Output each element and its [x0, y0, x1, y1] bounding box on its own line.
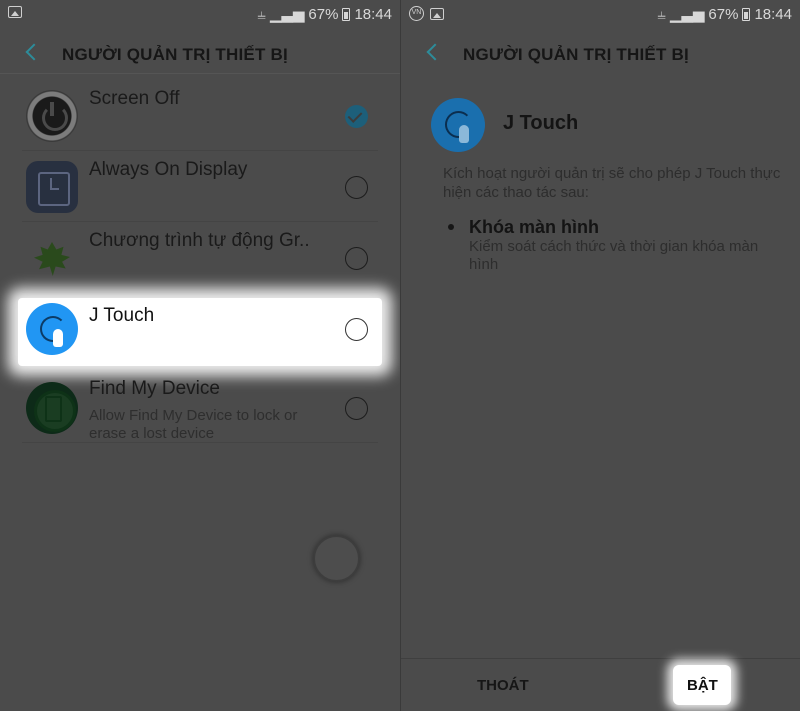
page-title: NGƯỜI QUẢN TRỊ THIẾT BỊ — [463, 45, 689, 64]
battery-icon — [742, 7, 751, 21]
back-button[interactable] — [423, 42, 445, 64]
battery-percent: 67% — [708, 5, 739, 23]
clock: 18:44 — [754, 5, 792, 23]
enable-button-label: BẬT — [687, 677, 718, 694]
device-admin-list-screen: ⫨ ▁▃▅ 67% 18:44 NGƯỜI QUẢN TRỊ THIẾT BỊ … — [0, 0, 400, 711]
signal-icon: ▁▃▅ — [269, 6, 305, 23]
wifi-icon: ⫨ — [657, 5, 666, 23]
find-my-device-icon — [26, 382, 78, 434]
app-bar: NGƯỜI QUẢN TRỊ THIẾT BỊ — [401, 34, 800, 74]
signal-icon: ▁▃▅ — [669, 6, 705, 23]
battery-icon — [342, 7, 351, 21]
list-item-auto-program[interactable]: Chương trình tự động Gr.. — [22, 222, 378, 293]
radio-button[interactable] — [345, 318, 368, 341]
j-touch-icon — [26, 303, 78, 355]
status-bar: ⫨ ▁▃▅ 67% 18:44 — [0, 0, 400, 30]
gallery-notification-icon — [8, 6, 22, 18]
list-item-label: Chương trình tự động Gr.. — [89, 230, 310, 251]
power-icon — [26, 90, 78, 142]
list-item-label: Find My Device — [89, 378, 220, 399]
battery-percent: 67% — [308, 5, 339, 23]
vn-notification-icon: VN — [409, 6, 424, 21]
permission-description: Kiểm soát cách thức và thời gian khóa mà… — [469, 238, 759, 273]
exit-button[interactable]: THOÁT — [477, 677, 529, 694]
enable-button[interactable]: BẬT — [673, 665, 731, 705]
radio-button[interactable] — [345, 397, 368, 420]
list-item-find-my-device[interactable]: Find My Device Allow Find My Device to l… — [22, 372, 378, 443]
radio-button[interactable] — [345, 247, 368, 270]
always-on-display-icon — [26, 161, 78, 213]
list-item-label: Always On Display — [89, 159, 248, 180]
list-item-label: J Touch — [89, 305, 155, 326]
app-bar: NGƯỜI QUẢN TRỊ THIẾT BỊ — [0, 34, 400, 74]
list-item-sublabel: Allow Find My Device to lock or erase a … — [89, 407, 298, 442]
bottom-action-bar: THOÁT BẬT — [401, 658, 800, 711]
clock: 18:44 — [354, 5, 392, 23]
app-name: J Touch — [503, 112, 579, 134]
radio-button[interactable] — [345, 176, 368, 199]
admin-description: Kích hoạt người quản trị sẽ cho phép J T… — [443, 165, 781, 201]
checked-radio[interactable] — [345, 105, 368, 128]
back-button[interactable] — [22, 42, 44, 64]
list-item-always-on-display[interactable]: Always On Display — [22, 151, 378, 222]
activate-admin-screen: VN ⫨ ▁▃▅ 67% 18:44 NGƯỜI QUẢN TRỊ THIẾT … — [400, 0, 800, 711]
permission-title: Khóa màn hình — [469, 217, 599, 237]
leaf-icon — [26, 232, 78, 284]
list-item-j-touch[interactable]: J Touch — [18, 298, 382, 366]
bullet-icon — [448, 224, 454, 230]
j-touch-icon — [431, 98, 485, 152]
floating-touch-button[interactable] — [313, 535, 360, 582]
page-title: NGƯỜI QUẢN TRỊ THIẾT BỊ — [62, 45, 288, 64]
gallery-notification-icon — [430, 7, 444, 20]
list-item-label: Screen Off — [89, 88, 180, 109]
list-item-screen-off[interactable]: Screen Off — [22, 80, 378, 151]
status-bar: VN ⫨ ▁▃▅ 67% 18:44 — [401, 0, 800, 30]
wifi-icon: ⫨ — [257, 5, 266, 23]
